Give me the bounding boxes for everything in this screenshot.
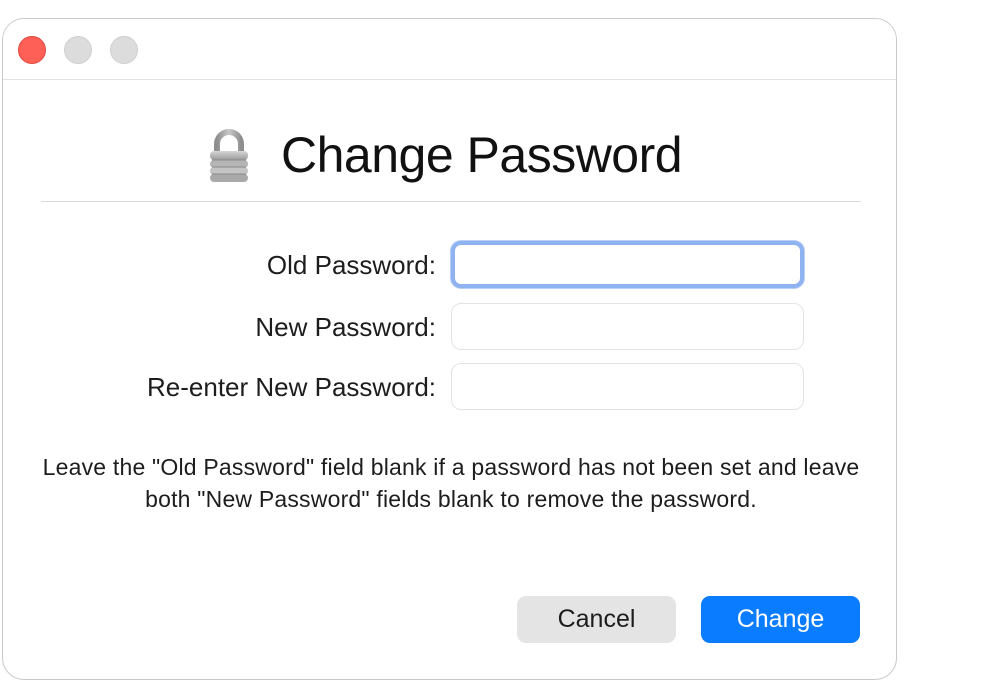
- header-divider: [41, 201, 861, 202]
- change-password-window: Change Password Old Password: New Passwo…: [2, 18, 897, 680]
- minimize-window-button[interactable]: [64, 36, 92, 64]
- title-bar: [3, 19, 896, 80]
- zoom-window-button[interactable]: [110, 36, 138, 64]
- cancel-button[interactable]: Cancel: [517, 596, 676, 643]
- new-password-row: New Password:: [3, 303, 896, 351]
- dialog-title: Change Password: [281, 127, 683, 183]
- close-window-button[interactable]: [18, 36, 46, 64]
- old-password-row: Old Password:: [3, 241, 896, 289]
- old-password-field[interactable]: [451, 241, 804, 288]
- reenter-password-field[interactable]: [451, 363, 804, 410]
- reenter-password-row: Re-enter New Password:: [3, 363, 896, 411]
- dialog-header: Change Password: [3, 121, 896, 195]
- lock-icon: [210, 129, 248, 182]
- help-text: Leave the "Old Password" field blank if …: [42, 454, 860, 512]
- new-password-field[interactable]: [451, 303, 804, 350]
- change-button[interactable]: Change: [701, 596, 860, 643]
- reenter-password-label: Re-enter New Password:: [147, 372, 436, 402]
- new-password-label: New Password:: [255, 312, 436, 342]
- old-password-label: Old Password:: [266, 250, 436, 280]
